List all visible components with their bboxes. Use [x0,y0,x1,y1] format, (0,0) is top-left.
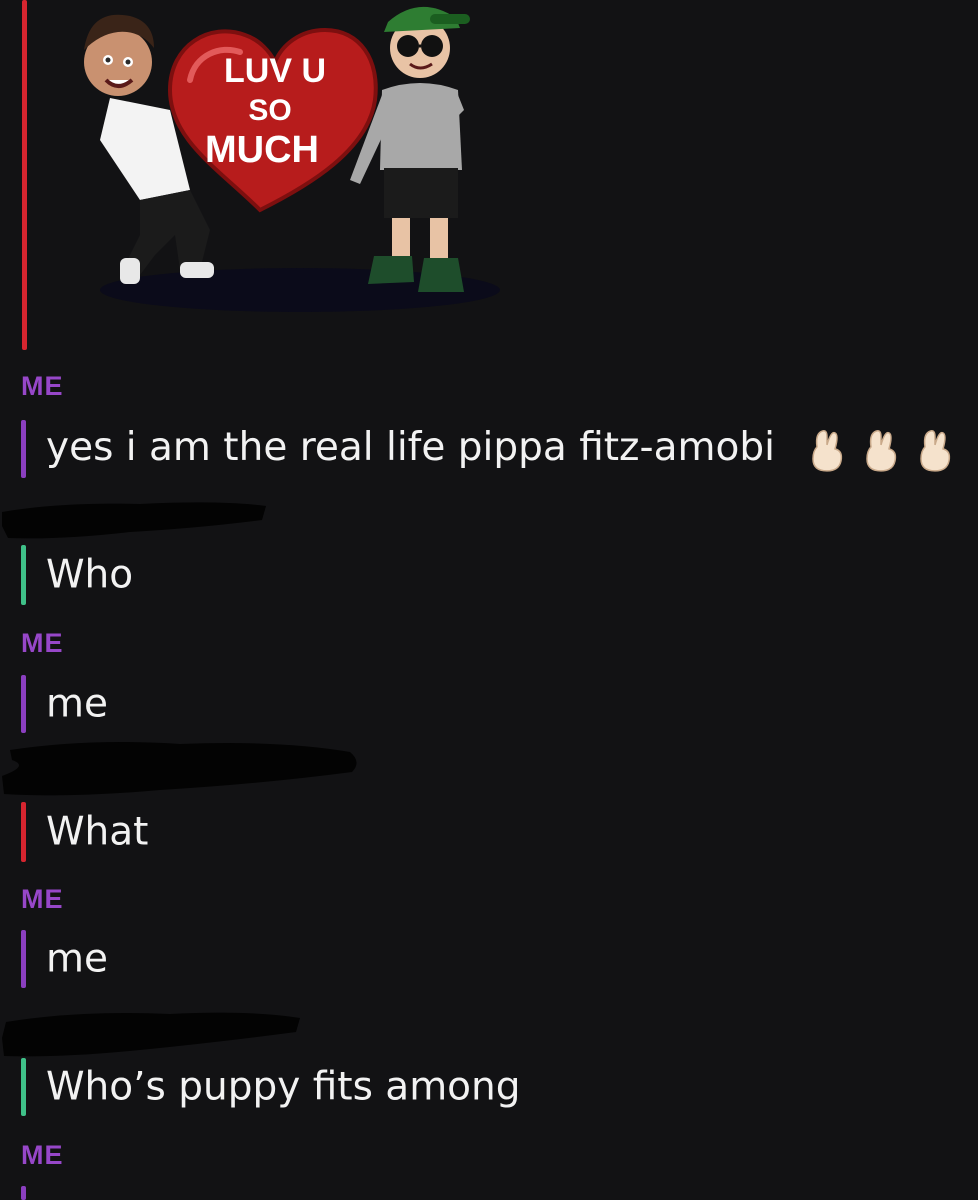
bitmoji-love-heart-sticker: LUV U SO MUCH [84,6,500,312]
sender-color-bar-red [21,802,26,862]
emoji-group [805,426,967,474]
heart-text-line3: MUCH [205,129,319,171]
heart-text-line2: SO [248,94,291,127]
redacted-sender-name [2,742,357,796]
fingers-crossed-icon [866,430,897,472]
sender-color-bar-green [21,545,26,605]
chat-view: LUV U SO MUCH ME yes i am the real life … [0,0,978,1200]
message-text: me [46,936,108,982]
message-text: me [46,681,108,727]
sender-color-bar-purple [21,930,26,988]
sender-color-bar-purple [21,675,26,733]
message-text: yes i am the real life pippa fitz-amobi [46,424,775,470]
sender-color-bar-green [21,1058,26,1116]
redacted-sender-name [2,502,266,539]
fingers-crossed-icon [920,430,951,472]
sender-color-bar-red [22,0,27,350]
message-text: What [46,809,149,855]
sender-label-me: ME [21,371,64,401]
heart-text-line1: LUV U [224,52,326,90]
sender-label-me: ME [21,884,64,914]
sender-color-bar-purple [21,1186,26,1200]
fingers-crossed-icon [812,430,843,472]
sender-label-me: ME [21,628,64,658]
sender-label-me: ME [21,1140,64,1170]
redacted-sender-name [2,1012,300,1057]
message-text: Who’s puppy fits among [46,1064,521,1110]
message-text-row: yes i am the real life pippa fitz-amobi [46,425,967,473]
message-text: Who [46,552,134,598]
sticker-message[interactable]: LUV U SO MUCH [20,0,540,352]
sender-color-bar-purple [21,420,26,478]
